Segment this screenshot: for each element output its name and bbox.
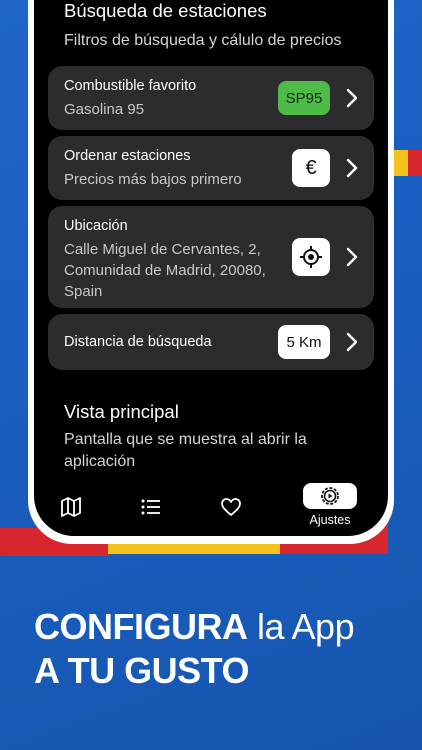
list-icon [141, 499, 160, 515]
euro-icon: € [292, 149, 330, 187]
map-icon [61, 497, 81, 517]
heart-icon [221, 498, 241, 516]
setting-value: Gasolina 95 [64, 101, 145, 118]
setting-favorite-fuel[interactable]: Combustible favorito Gasolina 95 SP95 [48, 66, 374, 130]
setting-title: Combustible favorito [64, 78, 197, 94]
chevron-right-icon [344, 157, 360, 179]
flag-stripe-yellow-edge [394, 150, 408, 176]
nav-favorites[interactable] [220, 496, 242, 518]
setting-title: Ordenar estaciones [64, 148, 191, 164]
fuel-badge: SP95 [278, 81, 330, 115]
nav-settings[interactable]: Ajustes [303, 483, 357, 527]
bottom-navbar: Ajustes [34, 480, 388, 536]
nav-map[interactable] [60, 496, 82, 518]
nav-active-indicator [303, 483, 357, 509]
setting-value-line: Calle Miguel de Cervantes, 2, [64, 241, 261, 258]
main-view-subtitle-line: aplicación [64, 453, 136, 470]
settings-icon [321, 487, 339, 505]
promo-bold-word: CONFIGURA [34, 606, 248, 647]
promo-light-words: la App [247, 606, 355, 647]
nav-settings-label: Ajustes [309, 513, 351, 527]
chevron-right-icon [344, 246, 360, 268]
setting-sort-stations[interactable]: Ordenar estaciones Precios más bajos pri… [48, 136, 374, 200]
setting-title: Distancia de búsqueda [64, 334, 212, 350]
main-view-subtitle-line: Pantalla que se muestra al abrir la [64, 431, 307, 448]
crosshair-icon [292, 238, 330, 276]
setting-value-line: Spain [64, 283, 103, 300]
promo-headline-line1: CONFIGURA la App [34, 606, 355, 648]
setting-title: Ubicación [64, 218, 128, 234]
chevron-right-icon [344, 87, 360, 109]
flag-stripe-red-edge [408, 150, 422, 176]
search-section-title: Búsqueda de estaciones [64, 0, 267, 21]
nav-list[interactable] [140, 496, 162, 518]
setting-value: Precios más bajos primero [64, 171, 242, 188]
setting-location[interactable]: Ubicación Calle Miguel de Cervantes, 2, … [48, 206, 374, 308]
chevron-right-icon [344, 331, 360, 353]
setting-value-line: Comunidad de Madrid, 20080, [64, 262, 266, 279]
promo-headline-line2: A TU GUSTO [34, 650, 250, 691]
phone-screen: Búsqueda de estaciones Filtros de búsque… [34, 0, 388, 536]
search-section-subtitle: Filtros de búsqueda y cálulo de precios [64, 32, 342, 49]
main-view-title: Vista principal [64, 401, 179, 422]
distance-badge: 5 Km [278, 325, 330, 359]
setting-search-distance[interactable]: Distancia de búsqueda 5 Km [48, 314, 374, 370]
